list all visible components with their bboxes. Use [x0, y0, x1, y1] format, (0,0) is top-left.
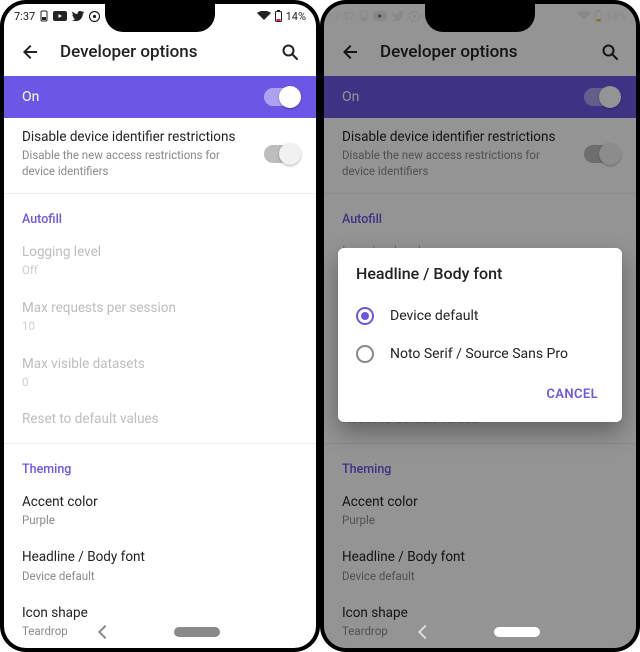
font-dialog: Headline / Body font Device default Noto… — [338, 248, 622, 422]
page-title: Developer options — [60, 42, 272, 62]
app-bar: Developer options — [4, 28, 316, 76]
row-accent-color[interactable]: Accent color Purple — [4, 483, 316, 539]
row-reset-defaults[interactable]: Reset to default values — [4, 400, 316, 438]
row-max-visible-datasets[interactable]: Max visible datasets 0 — [4, 345, 316, 401]
divider — [4, 193, 316, 194]
master-toggle-banner[interactable]: On — [4, 76, 316, 118]
row-title: Max requests per session — [22, 299, 298, 317]
nav-back-button[interactable] — [98, 625, 112, 639]
divider — [4, 443, 316, 444]
row-headline-body-font[interactable]: Headline / Body font Device default — [4, 538, 316, 594]
screen: 7:37 14% Developer options — [4, 4, 316, 648]
row-max-requests[interactable]: Max requests per session 10 — [4, 289, 316, 345]
dialog-option-label: Device default — [390, 308, 478, 324]
row-subtitle: Disable the new access restrictions for … — [22, 148, 254, 179]
youtube-icon — [53, 11, 67, 21]
status-battery-pct: 14% — [286, 10, 306, 23]
twitter-icon — [72, 11, 84, 21]
row-subtitle: 10 — [22, 319, 298, 335]
search-icon — [281, 43, 299, 61]
row-title: Reset to default values — [22, 410, 298, 428]
nav-home-pill[interactable] — [174, 627, 220, 637]
row-subtitle: Device default — [22, 569, 298, 585]
settings-list: Disable device identifier restrictions D… — [4, 118, 316, 648]
row-title: Accent color — [22, 493, 298, 511]
row-title: Disable device identifier restrictions — [22, 128, 254, 146]
row-subtitle: Purple — [22, 513, 298, 529]
dialog-cancel-button[interactable]: CANCEL — [540, 379, 604, 410]
row-title: Headline / Body font — [22, 548, 298, 566]
dialog-option-noto-serif[interactable]: Noto Serif / Source Sans Pro — [356, 335, 604, 373]
section-header-autofill: Autofill — [4, 198, 316, 233]
chrome-icon — [89, 11, 100, 22]
back-button[interactable] — [12, 34, 48, 70]
phone-left: 7:37 14% Developer options — [0, 0, 320, 652]
screen: 7:37 14% Developer options — [324, 4, 636, 648]
row-switch[interactable] — [264, 145, 298, 163]
radio-icon — [356, 307, 374, 325]
gesture-nav-bar — [324, 616, 636, 648]
search-button[interactable] — [272, 34, 308, 70]
nav-back-button[interactable] — [418, 625, 432, 639]
dialog-option-label: Noto Serif / Source Sans Pro — [390, 346, 568, 362]
dialog-option-device-default[interactable]: Device default — [356, 297, 604, 335]
row-subtitle: 0 — [22, 375, 298, 391]
row-title: Logging level — [22, 243, 298, 261]
section-header-theming: Theming — [4, 448, 316, 483]
battery-icon — [40, 10, 48, 22]
master-toggle-switch[interactable] — [264, 88, 298, 106]
display-notch — [105, 4, 215, 32]
gesture-nav-bar — [4, 616, 316, 648]
battery-icon — [275, 10, 282, 22]
row-disable-device-id-restrictions[interactable]: Disable device identifier restrictions D… — [4, 118, 316, 189]
arrow-back-icon — [21, 43, 39, 61]
row-title: Max visible datasets — [22, 355, 298, 373]
dialog-title: Headline / Body font — [356, 264, 604, 283]
radio-icon — [356, 345, 374, 363]
nav-home-pill[interactable] — [494, 627, 540, 637]
status-time: 7:37 — [14, 10, 35, 23]
master-toggle-label: On — [22, 89, 264, 105]
wifi-icon — [257, 11, 271, 21]
row-subtitle: Off — [22, 263, 298, 279]
phone-right: 7:37 14% Developer options — [320, 0, 640, 652]
row-logging-level[interactable]: Logging level Off — [4, 233, 316, 289]
